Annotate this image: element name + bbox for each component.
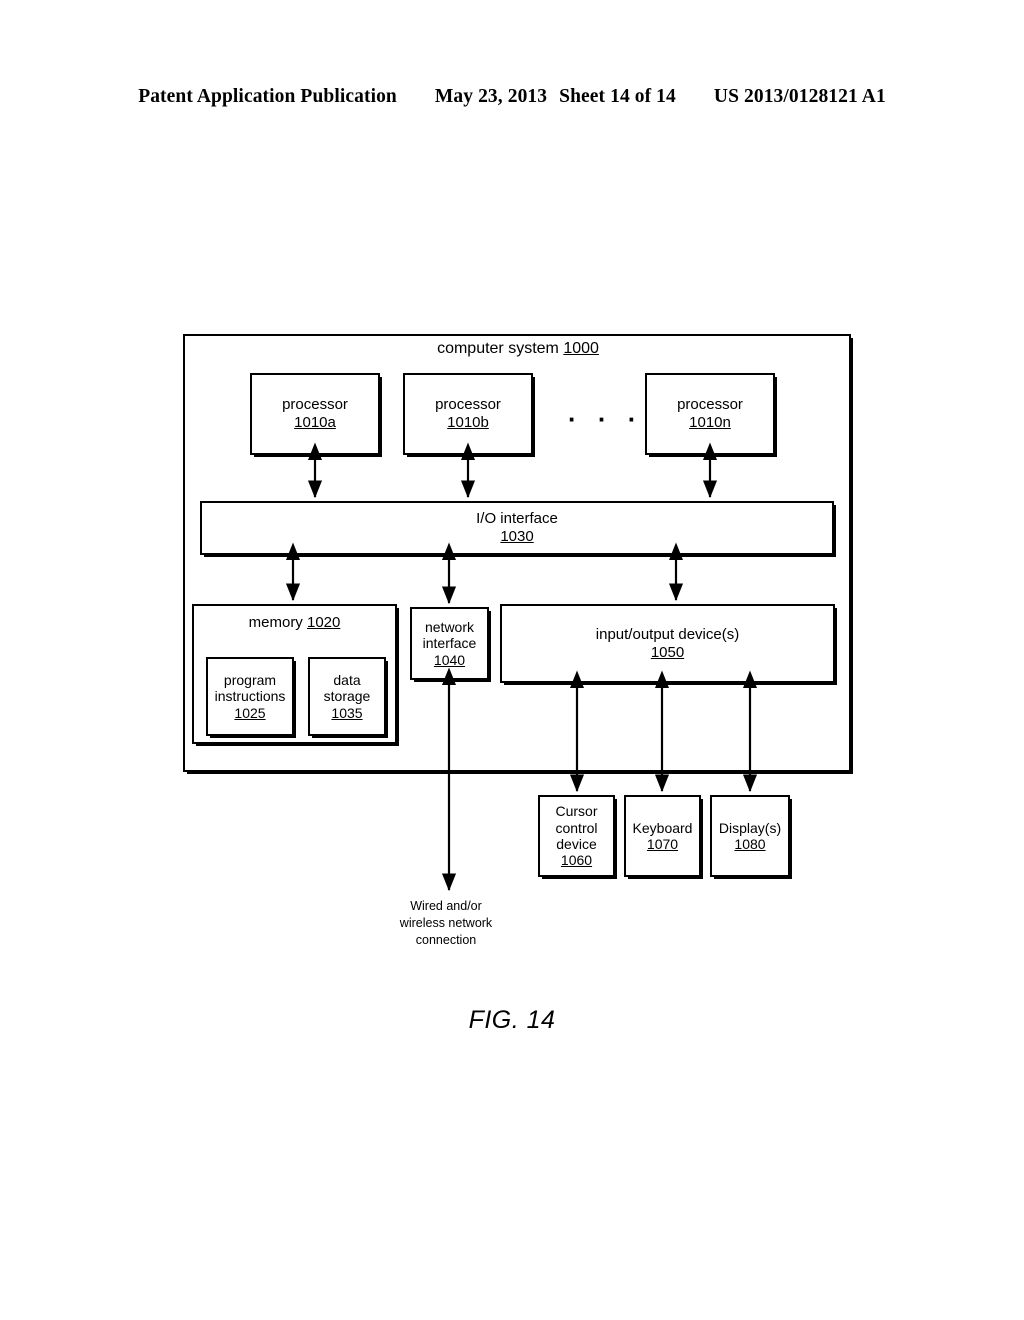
keyboard-number: 1070 [646,836,679,852]
cursor-control-device-label-line1: Cursor [555,803,598,820]
keyboard-label: Keyboard [632,819,693,836]
network-connection-line2: wireless network [399,915,493,930]
network-interface-number: 1040 [433,651,466,668]
cursor-control-device-number: 1060 [560,852,593,869]
program-instructions-label-line1: program [223,671,277,688]
network-interface-label-line2: interface [422,635,477,652]
program-instructions-number: 1025 [234,704,266,721]
io-devices-label: input/output device(s) [595,625,740,643]
network-connection-caption: Wired and/or wireless network connection [368,898,524,949]
program-instructions-label-line2: instructions [214,688,286,705]
cursor-control-device-label-line2: control [555,819,598,836]
processor-1010b-label: processor [435,396,501,414]
memory-label: memory [248,614,303,631]
network-interface-label-line1: network [424,618,475,635]
processor-ellipsis: · · · [568,404,644,434]
displays-number: 1080 [734,836,766,852]
figure-caption: FIG. 14 [468,1006,556,1034]
processor-1010a-box: processor 1010a [250,373,380,455]
io-devices-box: input/output device(s) 1050 [500,604,835,683]
processor-1010n-label: processor [677,396,743,414]
io-devices-number: 1050 [650,643,685,661]
program-instructions-box: program instructions 1025 [206,657,294,736]
processor-1010a-number: 1010a [294,414,336,431]
computer-system-title: computer system 1000 [183,340,853,358]
data-storage-box: data storage 1035 [308,657,386,736]
cursor-control-device-box: Cursor control device 1060 [538,795,615,877]
processor-1010n-box: processor 1010n [645,373,775,455]
io-interface-number: 1030 [500,528,534,545]
network-connection-line1: Wired and/or [410,899,482,913]
data-storage-number: 1035 [331,704,363,721]
data-storage-label-line2: storage [323,688,371,705]
network-interface-box: network interface 1040 [410,607,489,680]
memory-number: 1020 [306,614,341,631]
io-interface-label: I/O interface [476,510,558,528]
memory-heading: memory 1020 [249,614,341,632]
processor-1010n-number: 1010n [689,414,731,431]
processor-1010a-label: processor [282,396,348,414]
io-interface-box: I/O interface 1030 [200,501,834,555]
processor-1010b-number: 1010b [447,414,489,431]
displays-label: Display(s) [718,819,782,836]
displays-box: Display(s) 1080 [710,795,790,877]
data-storage-label-line1: data [333,671,361,688]
cursor-control-device-label-line3: device [556,836,597,852]
processor-1010b-box: processor 1010b [403,373,533,455]
figure-14-diagram: computer system 1000 processor 1010a pro… [0,0,1024,1320]
keyboard-box: Keyboard 1070 [624,795,701,877]
computer-system-number: 1000 [563,340,599,357]
computer-system-label: computer system [437,340,559,357]
network-connection-line3: connection [415,932,477,947]
